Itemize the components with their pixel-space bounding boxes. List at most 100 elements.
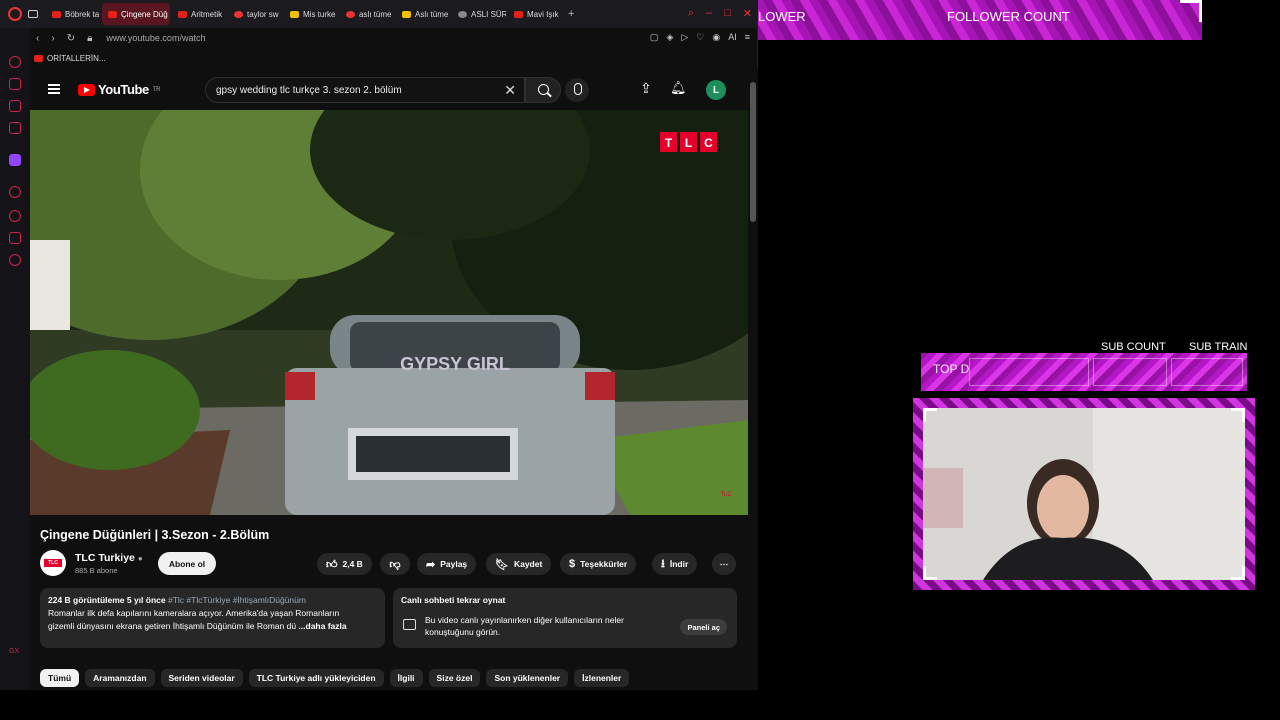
region-code: TR	[152, 86, 161, 93]
sidebar-icon-4[interactable]	[9, 122, 21, 134]
twitch-icon[interactable]	[9, 154, 21, 166]
logo-text: YouTube	[98, 82, 149, 97]
more-icon: ⋯	[719, 558, 729, 569]
settings-icon[interactable]	[9, 254, 21, 266]
heart-icon[interactable]: ♡	[696, 32, 704, 43]
close-window-icon[interactable]: ✕	[743, 7, 752, 20]
channel-avatar[interactable]: TLC	[40, 550, 66, 576]
live-chat-replay: Canlı sohbeti tekrar oynat Bu video canl…	[393, 588, 737, 648]
browser-tab[interactable]: aslı tüme	[340, 3, 394, 25]
description-box[interactable]: 224 B görüntüleme 5 yıl önce #Tlc #TlcTü…	[40, 588, 385, 648]
browser-tab[interactable]: Aritmetik	[172, 3, 226, 25]
forward-icon[interactable]: ›	[51, 33, 54, 44]
snapshot-icon[interactable]: ▢	[650, 32, 659, 43]
tab-label: aslı tüme	[359, 9, 392, 19]
browser-tab[interactable]: Çingene Düğ	[102, 3, 170, 25]
maximize-icon[interactable]: □	[724, 7, 731, 20]
youtube-logo[interactable]: YouTube TR	[78, 82, 161, 97]
filter-chip[interactable]: İlgili	[389, 669, 423, 687]
subscribe-button[interactable]: Abone ol	[158, 552, 216, 575]
verified-icon: ●	[137, 554, 143, 563]
youtube-icon	[34, 54, 43, 62]
ai-button[interactable]: AI	[728, 32, 737, 43]
browser-tab[interactable]: Aslı tüme	[396, 3, 450, 25]
tab-overview-icon[interactable]	[28, 10, 38, 18]
tlc-watermark-c: C	[704, 136, 713, 150]
browser-tab[interactable]: Mavi Işık	[508, 3, 562, 25]
sub-train-slot	[1171, 358, 1243, 386]
windshield-text: GYPSY GIRL	[400, 354, 510, 374]
add-icon[interactable]	[9, 186, 21, 198]
filter-chip[interactable]: Size özel	[428, 669, 481, 687]
tab-favicon-icon	[346, 10, 355, 18]
filter-chip[interactable]: İzlenenler	[574, 669, 630, 687]
search-input[interactable]: gpsy wedding tlc turkçe 3. sezon 2. bölü…	[205, 77, 525, 103]
clear-search-icon[interactable]: ✕	[504, 82, 516, 99]
back-icon[interactable]: ‹	[36, 33, 39, 44]
address-bar: ‹ › ↻ 🔒︎ www.youtube.com/watch ▢ ◈ ▷ ♡ ◉…	[30, 28, 758, 48]
filter-chip[interactable]: TLC Turkiye adlı yükleyiciden	[248, 669, 384, 687]
follower-bar: LOWER FOLLOWER COUNT	[758, 0, 1202, 40]
like-button[interactable]: 👍︎ 2,4 B	[317, 553, 372, 575]
show-more-link[interactable]: ...daha fazla	[298, 621, 346, 631]
share-button[interactable]: ➦ Paylaş	[417, 553, 477, 575]
tab-favicon-icon	[514, 10, 523, 18]
sidebar-icon-1[interactable]	[9, 56, 21, 68]
voice-search-icon[interactable]	[565, 78, 589, 102]
menu-icon[interactable]: ≡	[745, 32, 750, 43]
reload-icon[interactable]: ↻	[67, 33, 75, 44]
open-panel-button[interactable]: Paneli aç	[680, 619, 727, 635]
channel-name[interactable]: TLC Turkiye ●	[75, 552, 143, 564]
like-count: 2,4 B	[342, 559, 363, 569]
search-tabs-icon[interactable]: ⌕	[688, 7, 694, 20]
subscriber-count: 885 B abone	[75, 566, 118, 575]
filter-chip[interactable]: Tümü	[40, 669, 80, 687]
sidebar-icon-2[interactable]	[9, 78, 21, 90]
play-icon[interactable]: ▷	[681, 32, 688, 43]
description-line-1: Romanlar ilk defa kapılarını kameralara …	[48, 608, 340, 618]
upload-icon[interactable]: ⇪	[638, 80, 654, 96]
shield-icon[interactable]: ◈	[666, 32, 673, 43]
page-scrollbar[interactable]	[750, 72, 756, 684]
browser-tab[interactable]: Böbrek ta	[46, 3, 100, 25]
new-tab-icon[interactable]: +	[568, 8, 574, 20]
scrollbar-thumb[interactable]	[750, 82, 756, 222]
hamburger-menu-icon[interactable]	[48, 84, 60, 94]
hashtags[interactable]: #Tlc #TlcTürkiye #İhtişamlıDüğünüm	[168, 595, 306, 605]
save-button[interactable]: 🔖︎ Kaydet	[486, 553, 552, 575]
sidebar-icon-3[interactable]	[9, 100, 21, 112]
tab-favicon-icon	[402, 10, 411, 18]
filter-chip[interactable]: Seriden videolar	[160, 669, 243, 687]
opera-icon[interactable]	[8, 7, 22, 21]
account-icon[interactable]: ◉	[712, 32, 720, 43]
download-button[interactable]: ⭳ İndir	[652, 553, 698, 575]
video-title: Çingene Düğünleri | 3.Sezon - 2.Bölüm	[40, 528, 270, 542]
browser-tab[interactable]: taylor sw	[228, 3, 282, 25]
browser-tab[interactable]: ASLI SÜR	[452, 3, 506, 25]
save-label: Kaydet	[513, 559, 543, 569]
url-text[interactable]: www.youtube.com/watch	[106, 33, 205, 43]
thanks-button[interactable]: $ Teşekkürler	[560, 553, 637, 575]
more-actions-button[interactable]: ⋯	[712, 553, 736, 575]
gx-icon[interactable]: GX	[9, 648, 21, 660]
extensions-icon[interactable]	[9, 232, 21, 244]
browser-tab[interactable]: Mis turke	[284, 3, 338, 25]
dislike-button[interactable]: 👎︎	[380, 553, 410, 575]
notifications-icon[interactable]: 🔔︎	[670, 80, 687, 96]
lock-icon: 🔒︎	[87, 32, 93, 44]
search-button[interactable]	[525, 77, 561, 103]
filter-chip[interactable]: Son yüklenenler	[486, 669, 569, 687]
avatar[interactable]: L	[706, 80, 726, 100]
video-player[interactable]: GYPSY GIRL T L C TLC	[30, 110, 748, 515]
tab-label: Böbrek ta	[65, 9, 100, 19]
bookmarks-bar: ORİTALLERİN...	[30, 50, 106, 66]
tab-label: taylor sw	[247, 9, 279, 19]
history-icon[interactable]	[9, 210, 21, 222]
channel-logo-text: TLC	[44, 559, 62, 567]
view-stats: 224 B görüntüleme 5 yıl önce	[48, 595, 166, 605]
filter-chip[interactable]: Aramanızdan	[85, 669, 155, 687]
bookmark-item[interactable]: ORİTALLERİN...	[47, 54, 106, 63]
minimize-icon[interactable]: –	[706, 7, 712, 20]
tab-favicon-icon	[290, 10, 299, 18]
thumbs-down-icon: 👎︎	[389, 558, 401, 571]
